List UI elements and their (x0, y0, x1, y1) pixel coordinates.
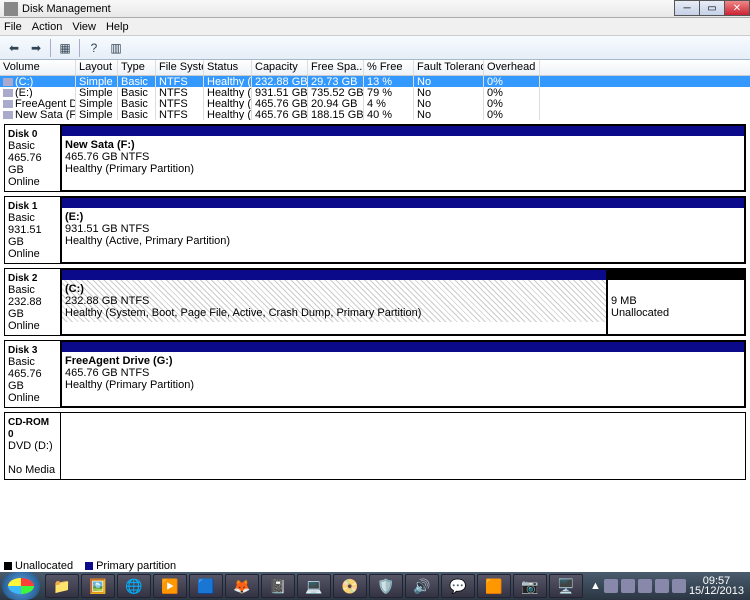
disk-info: CD-ROM 0DVD (D:)No Media (5, 413, 61, 479)
taskbar-item[interactable]: 🖥️ (549, 574, 583, 598)
taskbar-item[interactable]: 📀 (333, 574, 367, 598)
tray-arrow-icon[interactable]: ▲ (590, 580, 601, 592)
disk-info: Disk 2Basic232.88 GBOnline (5, 269, 61, 335)
tray-icon[interactable] (621, 579, 635, 593)
col-percentfree[interactable]: % Free (364, 60, 414, 75)
toolbar-separator (50, 39, 51, 57)
app-icon (4, 2, 18, 16)
menu-bar: File Action View Help (0, 18, 750, 36)
col-capacity[interactable]: Capacity (252, 60, 308, 75)
taskbar-item[interactable]: 💻 (297, 574, 331, 598)
disk-block[interactable]: Disk 3Basic465.76 GBOnlineFreeAgent Driv… (4, 340, 746, 408)
taskbar-item[interactable]: 🌐 (117, 574, 151, 598)
system-tray[interactable]: ▲ 09:57 15/12/2013 (590, 576, 748, 596)
back-button[interactable]: ⬅ (4, 38, 24, 58)
partition[interactable]: 9 MBUnallocated (607, 269, 745, 335)
taskbar-item[interactable]: 🖼️ (81, 574, 115, 598)
properties-button[interactable]: ▥ (106, 38, 126, 58)
forward-button[interactable]: ➡ (26, 38, 46, 58)
tray-icon[interactable] (672, 579, 686, 593)
legend-swatch-unallocated (4, 562, 12, 570)
legend: Unallocated Primary partition (4, 560, 176, 572)
col-faulttol[interactable]: Fault Tolerance (414, 60, 484, 75)
taskbar-item[interactable]: 🔊 (405, 574, 439, 598)
menu-file[interactable]: File (4, 21, 22, 33)
legend-label-primary: Primary partition (96, 560, 176, 572)
taskbar[interactable]: 📁 🖼️ 🌐 ▶️ 🟦 🦊 📓 💻 📀 🛡️ 🔊 💬 🟧 📷 🖥️ ▲ 09:5… (0, 572, 750, 600)
menu-help[interactable]: Help (106, 21, 129, 33)
volume-row[interactable]: FreeAgent Drive (G:)SimpleBasicNTFSHealt… (0, 98, 750, 109)
taskbar-item[interactable]: 🛡️ (369, 574, 403, 598)
clock[interactable]: 09:57 15/12/2013 (689, 576, 744, 596)
col-filesystem[interactable]: File System (156, 60, 204, 75)
col-volume[interactable]: Volume (0, 60, 76, 75)
disk-block[interactable]: Disk 2Basic232.88 GBOnline (C:)232.88 GB… (4, 268, 746, 336)
volume-list[interactable]: Volume Layout Type File System Status Ca… (0, 60, 750, 120)
tray-icon[interactable] (655, 579, 669, 593)
disk-block[interactable]: CD-ROM 0DVD (D:)No Media (4, 412, 746, 480)
tray-icon[interactable] (604, 579, 618, 593)
help-button[interactable]: ? (84, 38, 104, 58)
toolbar-separator (79, 39, 80, 57)
disk-info: Disk 3Basic465.76 GBOnline (5, 341, 61, 407)
col-overhead[interactable]: Overhead (484, 60, 540, 75)
taskbar-item[interactable]: 💬 (441, 574, 475, 598)
tray-icon[interactable] (638, 579, 652, 593)
legend-swatch-primary (85, 562, 93, 570)
close-button[interactable]: ✕ (724, 0, 750, 16)
partition[interactable]: New Sata (F:)465.76 GB NTFSHealthy (Prim… (61, 125, 745, 191)
volume-row[interactable]: (C:)SimpleBasicNTFSHealthy (S...232.88 G… (0, 76, 750, 87)
col-layout[interactable]: Layout (76, 60, 118, 75)
partition[interactable]: FreeAgent Drive (G:)465.76 GB NTFSHealth… (61, 341, 745, 407)
disk-info: Disk 0Basic465.76 GBOnline (5, 125, 61, 191)
taskbar-item[interactable]: 🟦 (189, 574, 223, 598)
disk-info: Disk 1Basic931.51 GBOnline (5, 197, 61, 263)
volume-row[interactable]: (E:)SimpleBasicNTFSHealthy (A...931.51 G… (0, 87, 750, 98)
menu-view[interactable]: View (72, 21, 96, 33)
minimize-button[interactable]: ─ (674, 0, 700, 16)
taskbar-item[interactable]: 📷 (513, 574, 547, 598)
legend-label-unallocated: Unallocated (15, 560, 73, 572)
disk-block[interactable]: Disk 0Basic465.76 GBOnlineNew Sata (F:)4… (4, 124, 746, 192)
column-headers[interactable]: Volume Layout Type File System Status Ca… (0, 60, 750, 76)
disk-block[interactable]: Disk 1Basic931.51 GBOnline (E:)931.51 GB… (4, 196, 746, 264)
clock-date: 15/12/2013 (689, 586, 744, 596)
col-type[interactable]: Type (118, 60, 156, 75)
title-bar: Disk Management ─ ▭ ✕ (0, 0, 750, 18)
taskbar-item[interactable]: 📓 (261, 574, 295, 598)
taskbar-item[interactable]: ▶️ (153, 574, 187, 598)
volume-row[interactable]: New Sata (F:)SimpleBasicNTFSHealthy (P..… (0, 109, 750, 120)
graphical-view: Disk 0Basic465.76 GBOnlineNew Sata (F:)4… (0, 120, 750, 488)
partition[interactable]: (E:)931.51 GB NTFSHealthy (Active, Prima… (61, 197, 745, 263)
window-title: Disk Management (22, 3, 111, 15)
col-status[interactable]: Status (204, 60, 252, 75)
taskbar-item[interactable]: 🟧 (477, 574, 511, 598)
refresh-button[interactable]: ▦ (55, 38, 75, 58)
partition[interactable]: (C:)232.88 GB NTFSHealthy (System, Boot,… (61, 269, 607, 335)
maximize-button[interactable]: ▭ (699, 0, 725, 16)
taskbar-item[interactable]: 📁 (45, 574, 79, 598)
toolbar: ⬅ ➡ ▦ ? ▥ (0, 36, 750, 60)
menu-action[interactable]: Action (32, 21, 63, 33)
start-button[interactable] (2, 572, 40, 600)
taskbar-item[interactable]: 🦊 (225, 574, 259, 598)
col-freespace[interactable]: Free Spa... (308, 60, 364, 75)
